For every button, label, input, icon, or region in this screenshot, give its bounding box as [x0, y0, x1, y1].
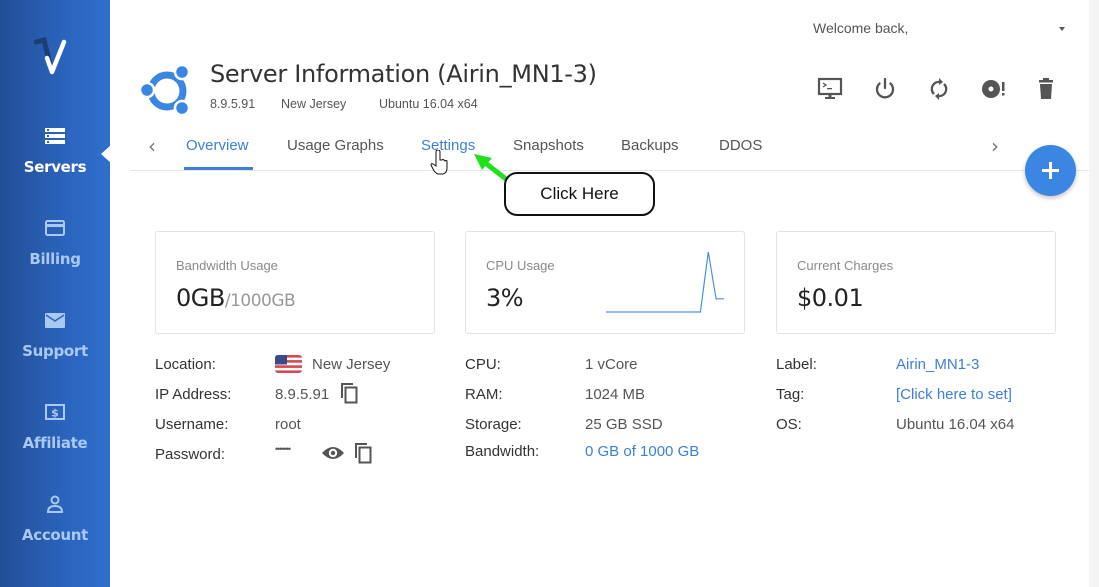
sidebar-item-support[interactable]: Support — [0, 310, 110, 360]
username-label: Username: — [155, 416, 229, 433]
cpu-value: 1 vCore — [585, 356, 638, 373]
label-label: Label: — [776, 356, 817, 373]
card-label: CPU Usage — [486, 258, 555, 273]
trash-icon — [1039, 78, 1053, 99]
header-location: New Jersey — [281, 97, 347, 111]
credit-card-icon — [45, 220, 65, 236]
os-label: OS: — [776, 416, 802, 433]
header-ip: 8.9.5.91 — [210, 97, 256, 111]
sidebar-item-account[interactable]: Account — [0, 494, 110, 544]
sidebar-item-billing[interactable]: Billing — [0, 218, 110, 268]
card-value: 3% — [486, 284, 524, 312]
vultr-logo[interactable] — [34, 36, 76, 76]
tabs-scroll-right-icon[interactable]: › — [991, 134, 999, 158]
show-password-eye-icon[interactable] — [321, 445, 345, 461]
caret-down-icon[interactable] — [1059, 27, 1065, 31]
hand-cursor-icon — [430, 150, 448, 175]
server-label-link[interactable]: Airin_MN1-3 — [896, 356, 979, 373]
location-label: Location: — [155, 356, 216, 373]
page-title: Server Information (Airin_MN1-3) — [210, 60, 597, 88]
copy-ip-icon[interactable] — [339, 382, 359, 404]
server-stack-icon — [45, 128, 65, 144]
scrollbar-track[interactable] — [1089, 0, 1099, 587]
os-value: Ubuntu 16.04 x64 — [896, 416, 1015, 433]
console-icon — [817, 77, 843, 99]
click-here-callout: Click Here — [504, 172, 655, 216]
ip-address-value: 8.9.5.91 — [275, 386, 330, 403]
cpu-sparkline — [606, 251, 724, 313]
tab-ddos[interactable]: DDOS — [719, 137, 762, 154]
username-value: root — [275, 416, 301, 433]
welcome-text[interactable]: Welcome back, — [813, 20, 908, 36]
card-label: Bandwidth Usage — [176, 258, 278, 273]
ip-address-label: IP Address: — [155, 386, 232, 403]
reinstall-button[interactable] — [979, 75, 1007, 103]
tabs-scroll-left-icon[interactable]: ‹ — [148, 134, 156, 158]
power-button[interactable] — [871, 75, 899, 103]
restart-icon — [930, 78, 948, 100]
cpu-sparkline-line — [606, 251, 724, 313]
tab-usage-graphs[interactable]: Usage Graphs — [287, 137, 384, 154]
console-button[interactable] — [816, 75, 844, 103]
sidebar-item-label: Affiliate — [22, 434, 88, 452]
ram-label: RAM: — [465, 386, 503, 403]
svg-text:$: $ — [51, 407, 59, 420]
sidebar-item-label: Account — [21, 526, 89, 544]
active-tab-indicator — [184, 167, 253, 170]
header-os: Ubuntu 16.04 x64 — [379, 97, 478, 111]
bandwidth-used: 0GB — [176, 284, 225, 312]
cpu-usage-card: CPU Usage 3% — [465, 231, 745, 334]
password-value: ••••••• — [275, 444, 291, 454]
add-server-button[interactable] — [1025, 145, 1076, 196]
user-icon — [46, 495, 64, 513]
tab-snapshots[interactable]: Snapshots — [513, 137, 584, 154]
sidebar-item-servers[interactable]: Servers — [0, 126, 110, 176]
sidebar-item-label: Support — [22, 342, 88, 360]
tag-label: Tag: — [776, 386, 805, 403]
storage-label: Storage: — [465, 416, 522, 433]
storage-value: 25 GB SSD — [585, 416, 663, 433]
sidebar-item-label: Billing — [29, 250, 81, 268]
destroy-button[interactable] — [1032, 75, 1060, 103]
dollar-bill-icon: $ — [45, 404, 65, 420]
bandwidth-total: /1000GB — [224, 291, 296, 311]
location-value: New Jersey — [312, 356, 391, 373]
restart-button[interactable] — [925, 75, 953, 103]
card-label: Current Charges — [797, 258, 894, 273]
card-value: $0.01 — [797, 284, 864, 312]
password-label: Password: — [155, 446, 226, 463]
disc-alert-icon — [982, 80, 1005, 98]
sidebar-item-label: Servers — [23, 158, 87, 176]
bandwidth-label: Bandwidth: — [465, 443, 540, 460]
envelope-icon — [45, 313, 65, 328]
ram-value: 1024 MB — [585, 386, 646, 403]
set-tag-link[interactable]: [Click here to set] — [896, 386, 1012, 403]
bandwidth-link[interactable]: 0 GB of 1000 GB — [585, 443, 699, 460]
tab-backups[interactable]: Backups — [621, 137, 679, 154]
card-value: 0GB/1000GB — [176, 284, 296, 312]
tab-overview[interactable]: Overview — [186, 137, 249, 154]
copy-password-icon[interactable] — [353, 442, 373, 464]
bandwidth-usage-card: Bandwidth Usage 0GB/1000GB — [155, 231, 435, 334]
sidebar: Servers Billing Support $ Affiliate Acco… — [0, 0, 110, 587]
cpu-label: CPU: — [465, 356, 501, 373]
active-nav-pointer — [101, 145, 111, 163]
sidebar-item-affiliate[interactable]: $ Affiliate — [0, 402, 110, 452]
tabs-divider — [130, 170, 1089, 171]
power-icon — [875, 77, 895, 99]
us-flag-icon — [275, 355, 302, 373]
current-charges-card: Current Charges $0.01 — [776, 231, 1056, 334]
ubuntu-logo-icon — [139, 63, 191, 117]
